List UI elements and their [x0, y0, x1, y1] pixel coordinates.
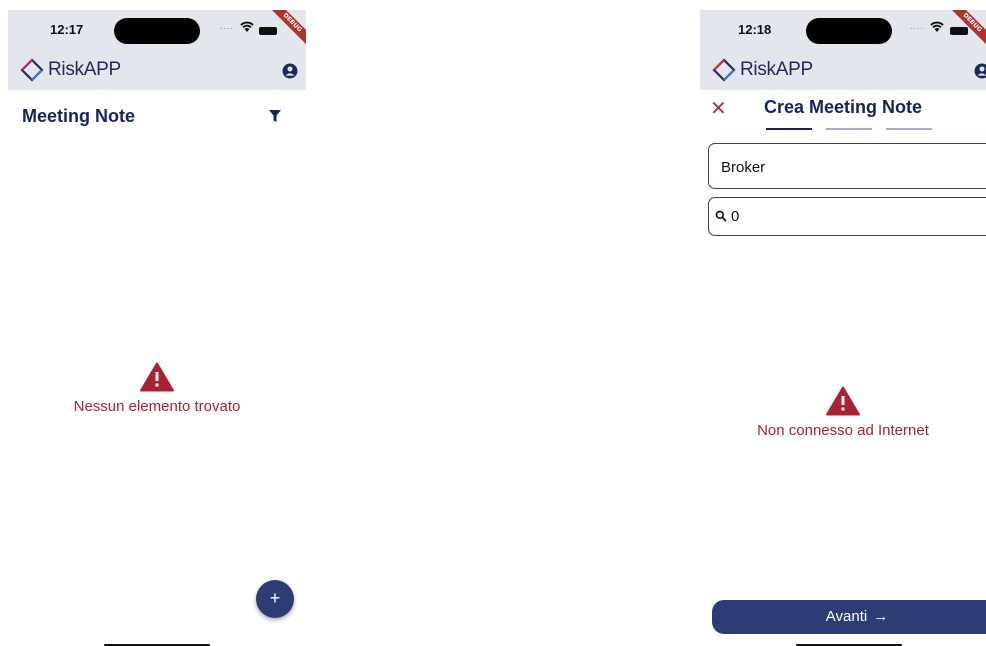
account-icon[interactable] — [282, 63, 298, 79]
debug-banner: DEBUG — [942, 10, 986, 54]
riskapp-logo-icon — [20, 58, 44, 82]
close-icon[interactable]: ✕ — [710, 96, 727, 121]
connection-error-message: Non connesso ad Internet — [757, 422, 929, 439]
warning-icon — [140, 362, 174, 392]
meeting-note-list-screen: 12:17 .... DEBUG RiskAPP Meeting Note Ne… — [8, 10, 306, 646]
dynamic-island — [806, 18, 892, 44]
account-icon[interactable] — [974, 63, 986, 79]
broker-field-value: Broker — [721, 159, 766, 176]
empty-message: Nessun elemento trovato — [73, 398, 241, 415]
step-indicator-3 — [886, 128, 932, 130]
search-input[interactable]: 0 — [708, 197, 986, 236]
next-button-label: Avanti — [825, 608, 868, 625]
page-title: Meeting Note — [22, 106, 136, 126]
app-bar: RiskAPP — [700, 50, 986, 90]
status-time: 12:17 — [50, 22, 84, 37]
riskapp-logo-icon — [712, 58, 736, 82]
signal-icon: .... — [910, 21, 925, 31]
step-indicator-1 — [766, 128, 812, 130]
app-logo: RiskAPP — [712, 58, 813, 82]
status-bar: 12:18 .... DEBUG — [700, 10, 986, 50]
debug-banner: DEBUG — [262, 10, 306, 54]
add-meeting-note-button[interactable]: + — [256, 580, 294, 618]
signal-icon: .... — [220, 21, 235, 31]
empty-state: Nessun elemento trovato — [8, 362, 306, 415]
arrow-right-icon: → — [873, 608, 889, 625]
warning-icon — [826, 386, 860, 416]
app-bar: RiskAPP — [8, 50, 306, 90]
connection-error-state: Non connesso ad Internet — [700, 386, 986, 439]
app-name: RiskAPP — [48, 59, 121, 80]
page-title: Crea Meeting Note — [764, 97, 923, 117]
status-time: 12:18 — [738, 22, 772, 37]
app-name: RiskAPP — [740, 59, 813, 80]
create-meeting-note-screen: 12:18 .... DEBUG RiskAPP ✕ Crea Meeting … — [700, 10, 986, 646]
search-icon — [715, 210, 727, 222]
next-button[interactable]: Avanti → — [712, 600, 986, 634]
step-indicator-2 — [826, 128, 872, 130]
status-bar: 12:17 .... DEBUG — [8, 10, 306, 50]
dynamic-island — [114, 18, 200, 44]
app-logo: RiskAPP — [20, 58, 121, 82]
wifi-icon — [240, 21, 254, 32]
search-input-value: 0 — [731, 208, 740, 225]
filter-icon[interactable] — [268, 109, 282, 123]
broker-field[interactable]: Broker — [708, 143, 986, 189]
